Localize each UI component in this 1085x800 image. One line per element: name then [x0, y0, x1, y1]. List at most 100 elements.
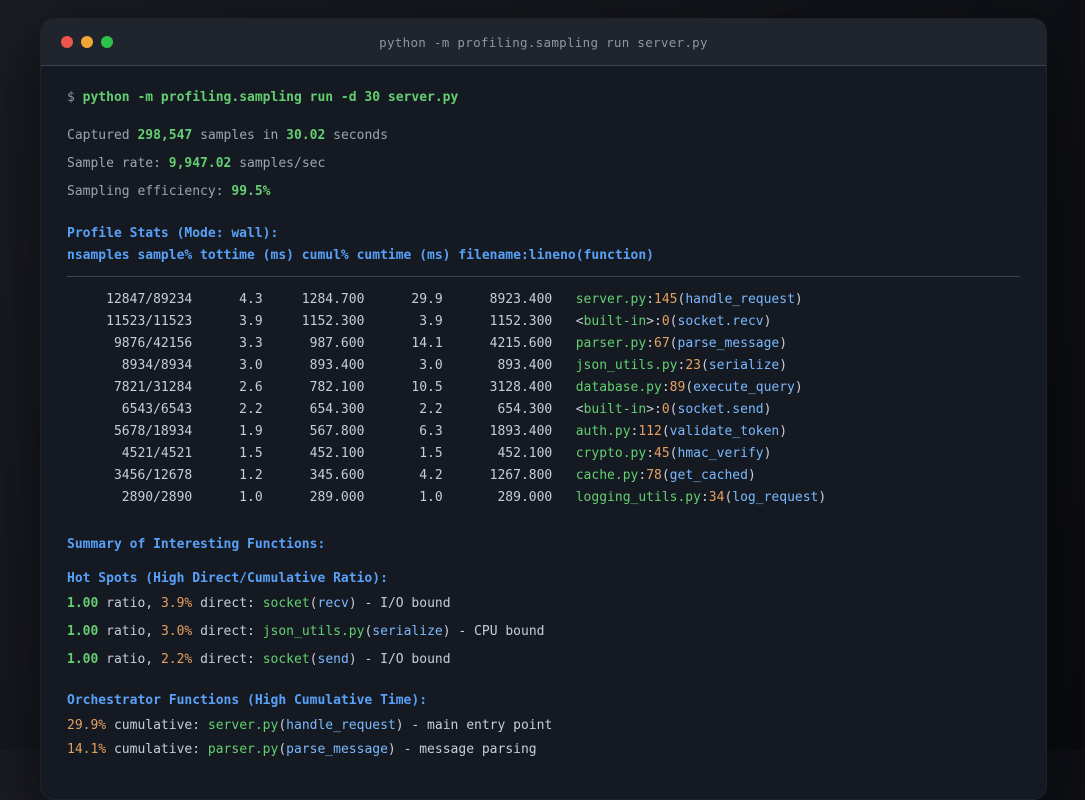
text-segment: cache.py — [575, 468, 639, 483]
text-segment: json_utils.py — [262, 624, 365, 639]
text-segment: ) - main entry point — [395, 718, 553, 733]
text-segment: 29.9% — [67, 718, 107, 733]
text-segment: ratio, — [98, 596, 161, 611]
text-segment: 23 — [685, 358, 701, 373]
text-segment: : — [646, 336, 655, 351]
text-segment: Captured — [67, 128, 138, 143]
close-button[interactable] — [61, 36, 73, 48]
text-segment: : — [700, 490, 709, 505]
text-segment: $ — [67, 90, 83, 105]
window-titlebar[interactable]: python -m profiling.sampling run server.… — [41, 19, 1046, 66]
table-row-numbers: 2890/2890 1.0 289.000 1.0 289.000 — [67, 490, 576, 505]
sample-rate-line: Sample rate: 9,947.02 samples/sec — [67, 154, 1020, 174]
text-segment: get_cached — [669, 468, 748, 483]
orchestrator-line: 29.9% cumulative: server.py(handle_reque… — [67, 716, 1020, 736]
table-header-divider — [67, 276, 1020, 277]
text-segment: nsamples sample% tottime (ms) cumul% cum… — [67, 248, 654, 263]
text-segment: ( — [669, 446, 678, 461]
summary-heading: Summary of Interesting Functions: — [67, 535, 1020, 555]
text-segment: ( — [700, 358, 709, 373]
text-segment: ( — [278, 718, 287, 733]
text-segment: < — [575, 402, 584, 417]
text-segment: parse_message — [677, 336, 780, 351]
table-row-numbers: 3456/12678 1.2 345.600 4.2 1267.800 — [67, 468, 576, 483]
text-segment: crypto.py — [575, 446, 647, 461]
terminal-output[interactable]: $ python -m profiling.sampling run -d 30… — [41, 66, 1046, 760]
text-segment: auth.py — [575, 424, 631, 439]
table-row-numbers: 12847/89234 4.3 1284.700 29.9 8923.400 — [67, 292, 576, 307]
maximize-button[interactable] — [101, 36, 113, 48]
text-segment: Hot Spots (High Direct/Cumulative Ratio)… — [67, 571, 388, 586]
text-segment: direct: — [192, 596, 263, 611]
text-segment: handle_request — [685, 292, 795, 307]
table-row: 12847/89234 4.3 1284.700 29.9 8923.400 s… — [67, 289, 1020, 311]
text-segment: samples/sec — [231, 156, 326, 171]
text-segment: Sample rate: — [67, 156, 169, 171]
text-segment: ) — [779, 424, 788, 439]
text-segment: validate_token — [669, 424, 780, 439]
text-segment: < — [575, 314, 584, 329]
text-segment: 298,547 — [137, 128, 193, 143]
text-segment: Profile Stats (Mode: wall): — [67, 226, 279, 241]
text-segment: 89 — [669, 380, 686, 395]
text-segment: ) — [818, 490, 827, 505]
text-segment: built-in — [583, 314, 647, 329]
text-segment: : — [646, 446, 655, 461]
text-segment: : — [661, 380, 670, 395]
text-segment: 3.9% — [160, 596, 193, 611]
text-segment: ( — [685, 380, 694, 395]
orchestrator-heading: Orchestrator Functions (High Cumulative … — [67, 691, 1020, 711]
text-segment: seconds — [325, 128, 388, 143]
table-row: 11523/11523 3.9 1152.300 3.9 1152.300 <b… — [67, 311, 1020, 333]
text-segment: socket.send — [677, 402, 764, 417]
text-segment: direct: — [192, 624, 263, 639]
text-segment: ( — [669, 314, 678, 329]
text-segment: 67 — [654, 336, 670, 351]
text-segment: ) — [794, 292, 803, 307]
window-title: python -m profiling.sampling run server.… — [379, 34, 708, 50]
text-segment: ) — [794, 380, 803, 395]
hotspots-heading: Hot Spots (High Direct/Cumulative Ratio)… — [67, 569, 1020, 589]
table-row-numbers: 6543/6543 2.2 654.300 2.2 654.300 — [67, 402, 576, 417]
table-row-numbers: 7821/31284 2.6 782.100 10.5 3128.400 — [67, 380, 576, 395]
text-segment: ) — [779, 336, 788, 351]
text-segment: ( — [661, 468, 670, 483]
text-segment: socket — [262, 596, 310, 611]
table-row: 8934/8934 3.0 893.400 3.0 893.400 json_u… — [67, 355, 1020, 377]
text-segment: execute_query — [693, 380, 795, 395]
text-segment: ( — [669, 336, 678, 351]
table-row-numbers: 8934/8934 3.0 893.400 3.0 893.400 — [67, 358, 576, 373]
text-segment: server.py — [575, 292, 647, 307]
text-segment: Summary of Interesting Functions: — [67, 537, 326, 552]
text-segment: log_request — [732, 490, 819, 505]
text-segment: serialize — [372, 624, 443, 639]
text-segment: : — [638, 468, 647, 483]
text-segment: 34 — [708, 490, 725, 505]
table-row: 2890/2890 1.0 289.000 1.0 289.000 loggin… — [67, 487, 1020, 509]
table-row: 5678/18934 1.9 567.800 6.3 1893.400 auth… — [67, 421, 1020, 443]
text-segment: 1.00 — [67, 652, 99, 667]
text-segment: 45 — [654, 446, 670, 461]
table-row: 4521/4521 1.5 452.100 1.5 452.100 crypto… — [67, 443, 1020, 465]
text-segment: ( — [309, 652, 318, 667]
text-segment: ) — [779, 358, 788, 373]
text-segment: socket.recv — [677, 314, 764, 329]
text-segment: Sampling efficiency: — [67, 184, 232, 199]
text-segment: ratio, — [98, 624, 161, 639]
text-segment: ) — [763, 446, 772, 461]
text-segment: database.py — [575, 380, 662, 395]
text-segment: send — [317, 652, 349, 667]
minimize-button[interactable] — [81, 36, 93, 48]
table-row-numbers: 9876/42156 3.3 987.600 14.1 4215.600 — [67, 336, 576, 351]
text-segment: 0 — [661, 314, 670, 329]
text-segment: hmac_verify — [677, 446, 764, 461]
orchestrator-line: 14.1% cumulative: parser.py(parse_messag… — [67, 740, 1020, 760]
text-segment: logging_utils.py — [575, 490, 701, 505]
text-segment: ( — [669, 402, 678, 417]
terminal-window: python -m profiling.sampling run server.… — [40, 18, 1047, 800]
text-segment: 99.5% — [231, 184, 271, 199]
text-segment: 2.2% — [160, 652, 193, 667]
text-segment: ) - CPU bound — [442, 624, 545, 639]
table-row-numbers: 5678/18934 1.9 567.800 6.3 1893.400 — [67, 424, 576, 439]
command-line: $ python -m profiling.sampling run -d 30… — [67, 88, 1020, 108]
